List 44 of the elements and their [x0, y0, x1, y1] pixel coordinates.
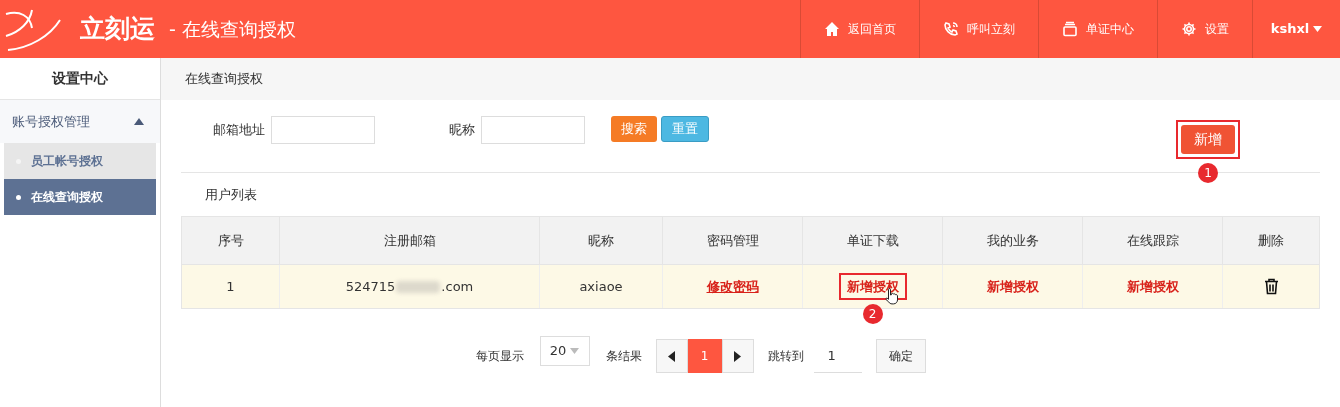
- caret-icon: [1313, 26, 1323, 32]
- stack-icon: [1062, 21, 1078, 37]
- step-badge: 1: [1198, 163, 1218, 183]
- filter-field[interactable]: [271, 116, 375, 144]
- previous-page-button[interactable]: [655, 339, 688, 373]
- add-permission-link[interactable]: 新增授权: [1126, 276, 1179, 297]
- collapse-icon: [134, 118, 144, 125]
- right-arrow-icon: [734, 350, 741, 362]
- page-button[interactable]: 1: [687, 339, 722, 373]
- filter-field[interactable]: [481, 116, 585, 144]
- caret-icon: [570, 348, 580, 354]
- jump-page-field[interactable]: 1: [813, 339, 862, 373]
- email-end: .com: [441, 277, 474, 296]
- add-button[interactable]: 新增: [1176, 120, 1240, 159]
- confirm-button[interactable]: 确定: [875, 339, 926, 373]
- results-label: 条结果: [605, 348, 642, 365]
- page-title: - 在线查询授权: [169, 16, 296, 42]
- bullet-icon: [16, 194, 21, 200]
- settings-icon: [1181, 21, 1197, 37]
- filter-label: 邮箱地址: [213, 121, 265, 140]
- table-cell: axiaoe: [540, 265, 663, 308]
- email-start: 524715: [345, 277, 396, 296]
- step-badge: 2: [862, 304, 883, 325]
- column-header: 删除: [1257, 231, 1285, 250]
- home-icon: [824, 21, 840, 37]
- change-password-link[interactable]: 修改密码: [706, 276, 759, 297]
- sidebar-item[interactable]: 员工帐号授权: [4, 143, 156, 179]
- left-arrow-icon: [668, 350, 675, 362]
- jump-label: 跳转到: [767, 348, 804, 365]
- phone-icon: [943, 21, 959, 37]
- page-size-select[interactable]: 20: [539, 336, 590, 366]
- sidebar-group[interactable]: 账号授权管理: [0, 100, 160, 143]
- search-button[interactable]: 搜索: [611, 116, 657, 142]
- add-permission-link[interactable]: 新增授权: [986, 276, 1039, 297]
- table-title: 用户列表: [204, 186, 258, 204]
- sidebar-item[interactable]: 在线查询授权: [4, 179, 156, 215]
- logo-text: 立刻运: [80, 13, 155, 46]
- breadcrumb: 在线查询授权: [185, 70, 263, 89]
- trash-icon[interactable]: [1263, 278, 1279, 295]
- page-size-label: 每页显示: [475, 348, 524, 365]
- table-cell: 1: [182, 265, 280, 308]
- filter-label: 昵称: [449, 121, 475, 140]
- reset-button[interactable]: 重置: [661, 116, 709, 142]
- next-page-button[interactable]: [721, 339, 754, 373]
